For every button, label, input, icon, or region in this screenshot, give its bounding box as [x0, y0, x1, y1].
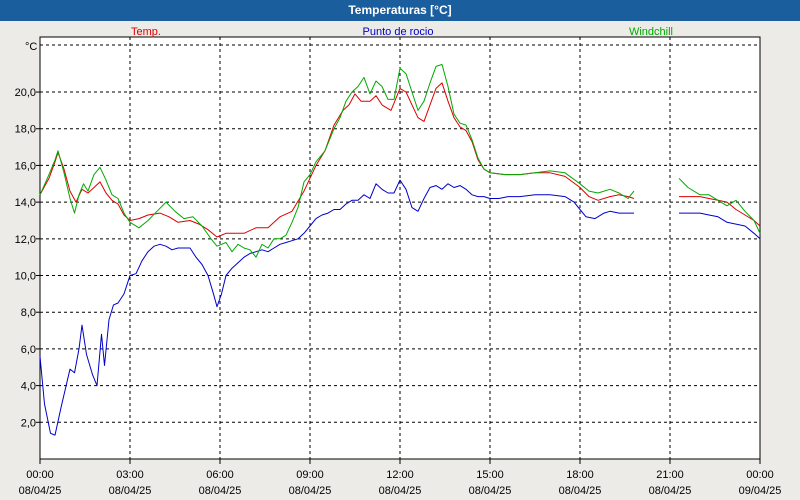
x-tick-time: 09:00: [296, 469, 324, 481]
x-tick-time: 18:00: [566, 469, 594, 481]
x-tick-date: 08/04/25: [19, 485, 62, 497]
x-tick-time: 00:00: [746, 469, 774, 481]
x-tick-date: 08/04/25: [109, 485, 152, 497]
x-tick-time: 00:00: [26, 469, 54, 481]
x-tick-time: 12:00: [386, 469, 414, 481]
x-tick-date: 08/04/25: [379, 485, 422, 497]
x-tick-date: 08/04/25: [469, 485, 512, 497]
legend-dew-point: Punto de rocio: [363, 26, 434, 38]
y-axis-unit: °C: [25, 41, 37, 53]
y-tick-label: 18,0: [15, 124, 36, 136]
temperature-chart: 2,0 4,0 6,0 8,0 10,0 12,0 14,0 16,0 18,0 20,0 00:…: [15, 26, 782, 497]
x-tick-time: 21:00: [656, 469, 684, 481]
y-tick-label: 10,0: [15, 271, 36, 283]
x-axis-labels: 00:00 08/04/25 03:00 08/04/25 06:00 08/04/25 0…: [19, 469, 782, 497]
x-tick-time: 15:00: [476, 469, 504, 481]
y-tick-label: 16,0: [15, 160, 36, 172]
y-tick-label: 4,0: [21, 381, 36, 393]
x-tick-time: 06:00: [206, 469, 234, 481]
y-tick-label: 20,0: [15, 87, 36, 99]
x-tick-time: 03:00: [116, 469, 144, 481]
y-tick-label: 12,0: [15, 234, 36, 246]
x-tick-date: 09/04/25: [739, 485, 782, 497]
y-tick-label: 8,0: [21, 307, 36, 319]
x-tick-date: 08/04/25: [649, 485, 692, 497]
x-tick-date: 08/04/25: [199, 485, 242, 497]
chart-title-bar: Temperaturas [°C]: [0, 0, 800, 21]
y-axis-labels: 2,0 4,0 6,0 8,0 10,0 12,0 14,0 16,0 18,0 20,0: [15, 87, 36, 429]
y-tick-label: 2,0: [21, 417, 36, 429]
legend-windchill: Windchill: [629, 26, 673, 38]
y-tick-label: 6,0: [21, 344, 36, 356]
legend-temp: Temp.: [131, 26, 161, 38]
x-tick-date: 08/04/25: [289, 485, 332, 497]
y-tick-label: 14,0: [15, 197, 36, 209]
chart-title: Temperaturas [°C]: [348, 3, 452, 17]
x-tick-date: 08/04/25: [559, 485, 602, 497]
